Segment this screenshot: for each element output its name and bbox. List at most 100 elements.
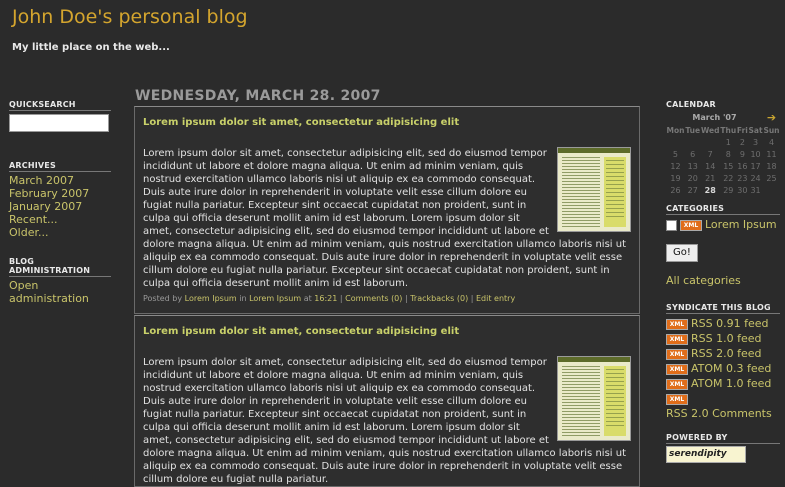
- archive-link[interactable]: February 2007: [9, 187, 89, 200]
- xml-feed-icon[interactable]: XML: [666, 333, 688, 345]
- archives-heading: ARCHIVES: [9, 161, 111, 172]
- date-heading: WEDNESDAY, MARCH 28. 2007: [135, 88, 381, 104]
- permalink-time[interactable]: 16:21: [314, 294, 337, 303]
- archive-link[interactable]: Older...: [9, 226, 48, 239]
- calendar-heading: CALENDAR: [666, 100, 716, 109]
- calendar-day: 16: [737, 161, 748, 171]
- blog-entry: Lorem ipsum dolor sit amet, consectetur …: [134, 106, 640, 314]
- weekday-label: Mon: [666, 125, 685, 135]
- category-checkbox[interactable]: [666, 219, 677, 231]
- calendar-day: 8: [725, 149, 731, 159]
- calendar-day: 12: [670, 161, 681, 171]
- comments-link[interactable]: Comments (0): [345, 294, 402, 303]
- calendar-day: [685, 136, 701, 148]
- entry-thumbnail-image[interactable]: [557, 147, 631, 232]
- category-row: XML Lorem Ipsum: [666, 218, 780, 231]
- calendar-day: 17: [750, 161, 761, 171]
- blog-administration-heading: BLOG ADMINISTRATION: [9, 257, 111, 277]
- calendar-days: 1 2 3 4 5 6 7 8 9 10 11 12 13 14 15 16 17 18 19 20 21 22 23 24 2…: [666, 136, 780, 196]
- feed-link[interactable]: RSS 0.91 feed: [691, 317, 768, 330]
- xml-feed-icon[interactable]: XML: [666, 378, 688, 390]
- calendar-day: 29: [723, 185, 734, 195]
- entry-body: Lorem ipsum dolor sit amet, consectetur …: [135, 128, 639, 290]
- entry-title[interactable]: Lorem ipsum dolor sit amet, consectetur …: [135, 316, 639, 337]
- xml-feed-icon[interactable]: XML: [666, 318, 688, 330]
- calendar-day: 3: [753, 137, 759, 147]
- calendar-day: 20: [687, 173, 698, 183]
- go-button[interactable]: Go!: [666, 244, 698, 262]
- trackbacks-link[interactable]: Trackbacks (0): [410, 294, 468, 303]
- calendar-day: 18: [766, 161, 777, 171]
- entry-footer: Posted by Lorem Ipsum in Lorem Ipsum at …: [135, 290, 639, 313]
- xml-feed-icon[interactable]: XML: [666, 393, 688, 405]
- categories-heading: CATEGORIES: [666, 204, 780, 215]
- comments-feed-link[interactable]: RSS 2.0 Comments: [666, 407, 772, 420]
- calendar-week: 19 20 21 22 23 24 25: [666, 172, 780, 184]
- open-administration-link[interactable]: Open administration: [9, 279, 89, 305]
- arrow-right-icon[interactable]: ➔: [767, 111, 776, 124]
- separator: |: [470, 294, 474, 303]
- archive-link[interactable]: Recent...: [9, 213, 58, 226]
- archive-link[interactable]: January 2007: [9, 200, 82, 213]
- entry-title[interactable]: Lorem ipsum dolor sit amet, consectetur …: [135, 107, 639, 128]
- feed-link[interactable]: RSS 1.0 feed: [691, 332, 762, 345]
- blog-title[interactable]: John Doe's personal blog: [12, 6, 248, 28]
- calendar-day: 7: [707, 149, 713, 159]
- xml-feed-icon[interactable]: XML: [666, 363, 688, 375]
- separator: |: [404, 294, 408, 303]
- serendipity-logo[interactable]: serendipity: [666, 446, 746, 463]
- xml-feed-icon[interactable]: XML: [680, 219, 702, 231]
- archive-link[interactable]: March 2007: [9, 174, 74, 187]
- entry-thumbnail-image[interactable]: [557, 356, 631, 441]
- calendar-day: 2: [739, 137, 745, 147]
- calendar-day: 22: [723, 173, 734, 183]
- calendar-day: 23: [737, 173, 748, 183]
- calendar-day: 21: [705, 173, 716, 183]
- calendar-day: 5: [672, 149, 679, 159]
- calendar-day: 1: [725, 137, 731, 147]
- calendar-week: 1234: [666, 136, 780, 148]
- in-label: in: [239, 294, 247, 303]
- separator: |: [339, 294, 343, 303]
- at-label: at: [303, 294, 312, 303]
- feed-link[interactable]: ATOM 0.3 feed: [691, 362, 771, 375]
- calendar-day: 13: [687, 161, 698, 171]
- weekday-label: Sun: [763, 125, 780, 135]
- weekday-label: Sat: [748, 125, 763, 135]
- calendar-day: 4: [768, 137, 775, 147]
- blog-description: My little place on the web...: [12, 42, 170, 53]
- all-categories-link[interactable]: All categories: [666, 274, 741, 287]
- feed-link[interactable]: RSS 2.0 feed: [691, 347, 762, 360]
- weekday-label: Tue: [685, 125, 701, 135]
- author-link[interactable]: Lorem Ipsum: [185, 294, 237, 303]
- blog-header: John Doe's personal blog My little place…: [0, 0, 785, 80]
- calendar-day: 28: [704, 185, 716, 195]
- left-sidebar: QUICKSEARCH ARCHIVES March 2007 February…: [9, 100, 111, 305]
- calendar-week: 12 13 14 15 16 17 18: [666, 160, 780, 172]
- calendar-day: 19: [670, 173, 681, 183]
- category-link[interactable]: Lorem Ipsum: [705, 218, 777, 231]
- calendar-day: [666, 136, 685, 148]
- calendar-day: 10: [750, 149, 761, 159]
- calendar-day: 11: [766, 149, 777, 159]
- calendar-day: 30: [737, 185, 748, 195]
- feed-link[interactable]: ATOM 1.0 feed: [691, 377, 771, 390]
- calendar-day: 9: [739, 149, 745, 159]
- calendar-day: 25: [766, 173, 777, 183]
- calendar-day: 6: [690, 149, 696, 159]
- entry-body: Lorem ipsum dolor sit amet, consectetur …: [135, 337, 639, 486]
- main-content: WEDNESDAY, MARCH 28. 2007 Lorem ipsum do…: [134, 88, 640, 487]
- calendar: March '07 ➔ Mon Tue Wed Thu Fri Sat Sun …: [666, 111, 780, 196]
- quicksearch-input[interactable]: [9, 114, 109, 132]
- calendar-month: March '07: [692, 113, 737, 122]
- calendar-day: 27: [687, 185, 698, 195]
- calendar-week: 5 6 7 8 9 10 11: [666, 148, 780, 160]
- right-sidebar: CALENDAR March '07 ➔ Mon Tue Wed Thu Fri…: [666, 100, 780, 463]
- xml-feed-icon[interactable]: XML: [666, 348, 688, 360]
- calendar-day: 31: [750, 185, 761, 195]
- edit-entry-link[interactable]: Edit entry: [476, 294, 515, 303]
- weekday-label: Fri: [736, 125, 748, 135]
- quicksearch-heading: QUICKSEARCH: [9, 100, 111, 111]
- category-link[interactable]: Lorem Ipsum: [249, 294, 301, 303]
- feed-list: XML RSS 0.91 feed XML RSS 1.0 feed XML RSS …: [666, 316, 780, 421]
